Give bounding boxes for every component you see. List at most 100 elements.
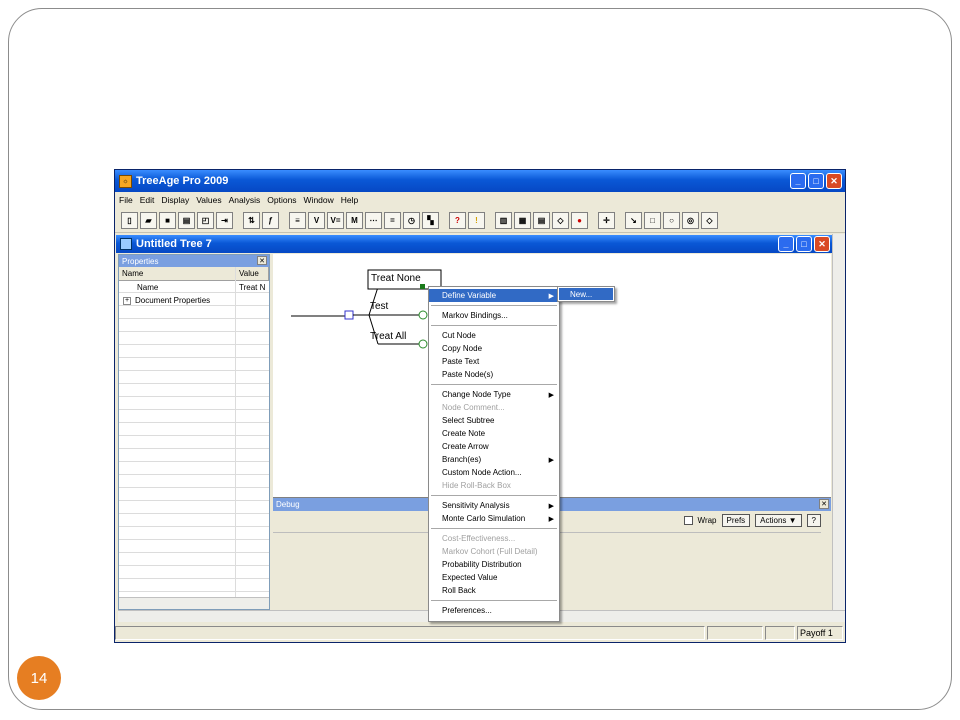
doc-close-button[interactable]: ✕ xyxy=(814,236,830,252)
menu-item-label: Expected Value xyxy=(442,573,498,582)
debug-title: Debug xyxy=(276,500,300,509)
vertical-scrollbar[interactable] xyxy=(832,234,845,610)
sort-icon[interactable]: ⇅ xyxy=(243,212,260,229)
menu-item-preferences[interactable]: Preferences... xyxy=(429,604,559,617)
menu-item-monte-carlo-simulation[interactable]: Monte Carlo Simulation ▶ xyxy=(429,512,559,525)
tree-icon[interactable]: ≡ xyxy=(289,212,306,229)
wrap-checkbox[interactable] xyxy=(683,515,693,525)
close-button[interactable]: ✕ xyxy=(826,173,842,189)
colors-icon[interactable]: ▚ xyxy=(422,212,439,229)
menu-item-create-arrow[interactable]: Create Arrow xyxy=(429,440,559,453)
formula-icon[interactable]: ƒ xyxy=(262,212,279,229)
table-icon[interactable]: ▤ xyxy=(533,212,550,229)
arrow-tool-icon[interactable]: ↘ xyxy=(625,212,642,229)
menu-item-cut-node[interactable]: Cut Node xyxy=(429,329,559,342)
export-icon[interactable]: ⇥ xyxy=(216,212,233,229)
clock-icon[interactable]: ◷ xyxy=(403,212,420,229)
rectangle-tool-icon[interactable]: □ xyxy=(644,212,661,229)
menu-window[interactable]: Window xyxy=(304,195,334,205)
ring-tool-icon[interactable]: ◎ xyxy=(682,212,699,229)
menu-help[interactable]: Help xyxy=(341,195,358,205)
color-wheel-icon[interactable]: ● xyxy=(571,212,588,229)
shape-icon[interactable]: ◇ xyxy=(552,212,569,229)
menu-item-label: Cut Node xyxy=(442,331,476,340)
branch-label-treat-all[interactable]: Treat All xyxy=(370,331,406,342)
wrap-label: Wrap xyxy=(697,515,717,525)
menu-display[interactable]: Display xyxy=(161,195,189,205)
menu-item-expected-value[interactable]: Expected Value xyxy=(429,571,559,584)
warning-icon[interactable]: ! xyxy=(468,212,485,229)
menu-item-define-variable[interactable]: Define Variable ▶ xyxy=(429,289,559,302)
document-title-bar: Untitled Tree 7 _ □ ✕ xyxy=(116,235,832,253)
diamond-tool-icon[interactable]: ◇ xyxy=(701,212,718,229)
col-name[interactable]: Name xyxy=(119,267,236,280)
chance-node xyxy=(418,310,428,320)
menu-item-label: Markov Cohort (Full Detail) xyxy=(442,547,538,556)
menu-item-label: Paste Node(s) xyxy=(442,370,494,379)
menu-file[interactable]: File xyxy=(119,195,133,205)
app-icon: ☼ xyxy=(119,174,132,188)
properties-close-icon[interactable]: ✕ xyxy=(257,256,267,265)
maximize-button[interactable]: □ xyxy=(808,173,824,189)
variables-icon[interactable]: V xyxy=(308,212,325,229)
menu-values[interactable]: Values xyxy=(196,195,221,205)
menu-item-branch-es[interactable]: Branch(es) ▶ xyxy=(429,453,559,466)
open-folder-icon[interactable]: ▰ xyxy=(140,212,157,229)
menu-item-probability-distribution[interactable]: Probability Distribution xyxy=(429,558,559,571)
help-button[interactable]: ? xyxy=(806,513,821,527)
move-icon[interactable]: ✛ xyxy=(598,212,615,229)
menu-item-paste-node-s[interactable]: Paste Node(s) xyxy=(429,368,559,381)
menu-edit[interactable]: Edit xyxy=(140,195,155,205)
menu-item-label: Cost-Effectiveness... xyxy=(442,534,516,543)
menu-item-roll-back[interactable]: Roll Back xyxy=(429,584,559,597)
branch-label-test[interactable]: Test xyxy=(370,301,388,312)
save-icon[interactable]: ■ xyxy=(159,212,176,229)
toolbar: ▯ ▰ ■ ▤ ◰ ⇥ ⇅ ƒ ≡ V V= M ⋯ = ◷ ▚ ? ! ▥ ▦… xyxy=(115,209,845,233)
col-value[interactable]: Value xyxy=(236,267,269,280)
submenu-arrow-icon: ▶ xyxy=(548,391,554,399)
new-file-icon[interactable]: ▯ xyxy=(121,212,138,229)
menu-item-label: Preferences... xyxy=(442,606,492,615)
properties-panel: Properties ✕ Name Value Name Treat N + D… xyxy=(118,254,270,610)
properties-grid: Name Value Name Treat N + Document Prope… xyxy=(119,267,269,597)
menu-options[interactable]: Options xyxy=(267,195,296,205)
menu-item-change-node-type[interactable]: Change Node Type ▶ xyxy=(429,388,559,401)
menu-item-markov-bindings[interactable]: Markov Bindings... xyxy=(429,309,559,322)
menu-item-create-note[interactable]: Create Note xyxy=(429,427,559,440)
context-menu: Define Variable ▶ Markov Bindings... Cut No… xyxy=(428,286,560,622)
menu-item-sensitivity-analysis[interactable]: Sensitivity Analysis ▶ xyxy=(429,499,559,512)
page-number-badge: 14 xyxy=(17,656,61,700)
menu-item-custom-node-action[interactable]: Custom Node Action... xyxy=(429,466,559,479)
menu-item-new[interactable]: New... xyxy=(559,288,613,300)
doc-minimize-button[interactable]: _ xyxy=(778,236,794,252)
menu-item-select-subtree[interactable]: Select Subtree xyxy=(429,414,559,427)
debug-close-icon[interactable]: ✕ xyxy=(819,499,829,509)
alert-icon[interactable]: ? xyxy=(449,212,466,229)
expand-icon[interactable]: + xyxy=(123,296,131,305)
properties-hscrollbar[interactable] xyxy=(119,597,269,609)
equals-icon[interactable]: = xyxy=(384,212,401,229)
table-row[interactable]: + Document Properties xyxy=(119,294,269,307)
minimize-button[interactable]: _ xyxy=(790,173,806,189)
sensitivity-icon[interactable]: ▦ xyxy=(514,212,531,229)
branch-label-treat-none[interactable]: Treat None xyxy=(371,273,421,284)
menu-item-label: Change Node Type xyxy=(442,390,511,399)
more-icon[interactable]: ⋯ xyxy=(365,212,382,229)
print-icon[interactable]: ▤ xyxy=(178,212,195,229)
doc-maximize-button[interactable]: □ xyxy=(796,236,812,252)
define-variable-icon[interactable]: V= xyxy=(327,212,344,229)
menu-item-label: Probability Distribution xyxy=(442,560,522,569)
menu-item-copy-node[interactable]: Copy Node xyxy=(429,342,559,355)
markov-icon[interactable]: M xyxy=(346,212,363,229)
table-row[interactable]: Name Treat N xyxy=(119,281,269,294)
print-preview-icon[interactable]: ◰ xyxy=(197,212,214,229)
menu-item-paste-text[interactable]: Paste Text xyxy=(429,355,559,368)
actions-button[interactable]: Actions ▼ xyxy=(755,513,802,527)
properties-title: Properties xyxy=(122,256,159,266)
row-name: Document Properties xyxy=(135,296,211,305)
menu-analysis[interactable]: Analysis xyxy=(229,195,261,205)
circle-tool-icon[interactable]: ○ xyxy=(663,212,680,229)
menu-separator xyxy=(431,528,557,529)
bar-chart-icon[interactable]: ▥ xyxy=(495,212,512,229)
prefs-button[interactable]: Prefs xyxy=(721,513,751,527)
